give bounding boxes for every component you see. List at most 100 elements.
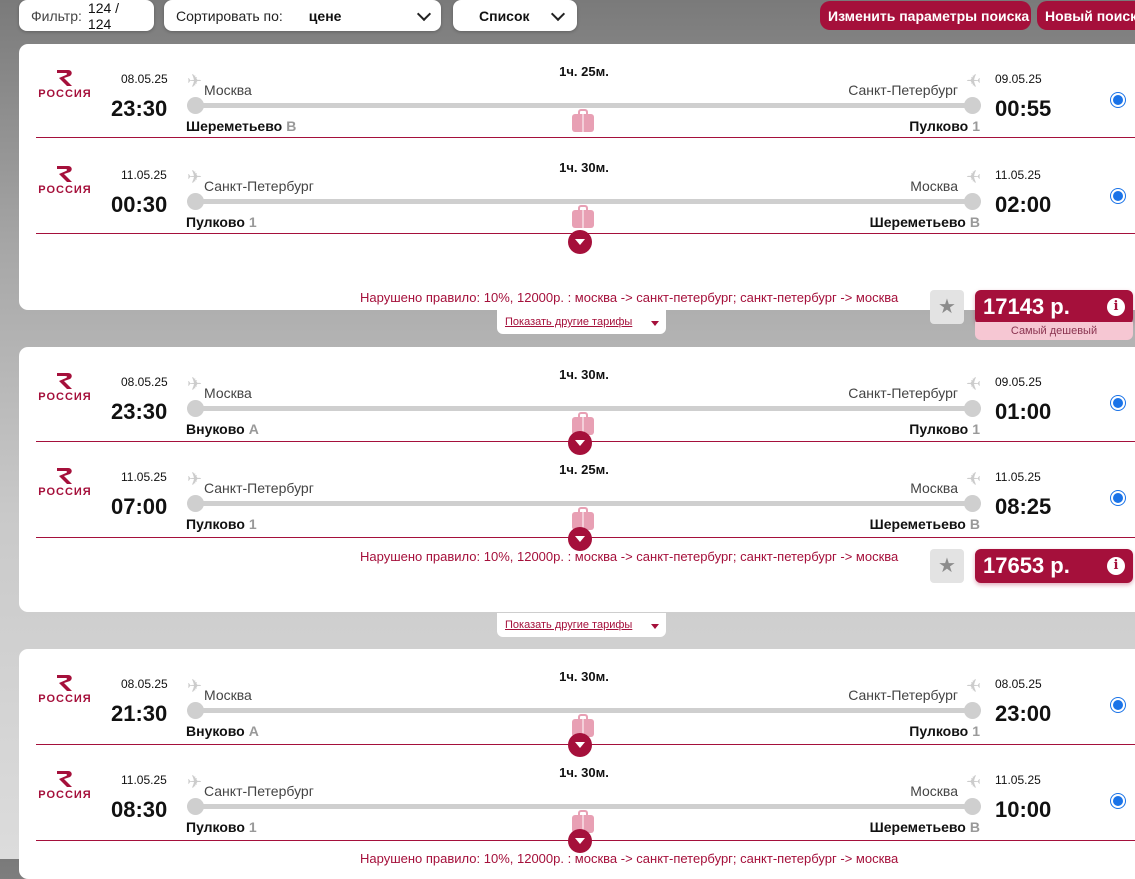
segment-radio[interactable] <box>1110 697 1126 713</box>
departure-terminal: A <box>248 723 259 739</box>
flight-duration: 1ч. 30м. <box>559 669 609 684</box>
flight-duration: 1ч. 25м. <box>559 462 609 477</box>
landing-icon: ✈ <box>965 71 981 91</box>
route-start-dot <box>187 400 204 417</box>
departure-city: Москва <box>204 687 252 703</box>
arrival-terminal: B <box>969 214 980 230</box>
airline-logo: РОССИЯ <box>35 164 95 196</box>
arrival-date: 09.05.25 <box>995 72 1042 86</box>
sort-value: цене <box>308 7 342 24</box>
offer-card: РОССИЯ 08.05.25 23:30 1ч. 25м. ✈ ✈ Москв… <box>19 44 1135 340</box>
price-button[interactable]: 17653 р. i <box>975 549 1133 583</box>
airline-name: РОССИЯ <box>38 789 92 801</box>
show-tariffs-link[interactable]: Показать другие тарифы <box>497 310 666 334</box>
arrival-airport: Пулково 1 <box>909 723 980 739</box>
segment-radio[interactable] <box>1110 92 1126 108</box>
offer-card: РОССИЯ 08.05.25 21:30 1ч. 30м. ✈ ✈ Москв… <box>19 649 1135 879</box>
route-line <box>187 199 981 204</box>
arrival-time: 08:25 <box>995 494 1052 519</box>
show-tariffs-link[interactable]: Показать другие тарифы <box>497 613 666 637</box>
info-icon[interactable]: i <box>1107 557 1125 575</box>
arrival-airport: Шереметьево B <box>870 819 980 835</box>
segment-radio[interactable] <box>1110 793 1126 809</box>
baggage-icon <box>572 205 594 228</box>
chevron-down-icon <box>550 6 566 21</box>
price-button[interactable]: 17143 р. i <box>975 290 1133 324</box>
segment-radio[interactable] <box>1110 490 1126 506</box>
flight-segment: РОССИЯ 11.05.25 00:30 1ч. 30м. ✈ ✈ Санкт… <box>19 148 1135 243</box>
flight-duration: 1ч. 30м. <box>559 160 609 175</box>
rule-warning: Нарушено правило: 10%, 12000р. : москва … <box>360 549 899 564</box>
departure-airport-name: Шереметьево <box>186 118 283 134</box>
airline-name: РОССИЯ <box>38 184 92 196</box>
landing-icon: ✈ <box>965 167 981 187</box>
departure-terminal: 1 <box>248 516 257 532</box>
route-end-dot <box>964 798 981 815</box>
flight-duration: 1ч. 30м. <box>559 367 609 382</box>
airline-name: РОССИЯ <box>38 391 92 403</box>
arrival-date: 08.05.25 <box>995 677 1042 691</box>
departure-terminal: B <box>286 118 297 134</box>
airline-logo: РОССИЯ <box>35 371 95 403</box>
landing-icon: ✈ <box>965 374 981 394</box>
departure-time: 08:30 <box>111 797 168 822</box>
offer-card: РОССИЯ 08.05.25 23:30 1ч. 30м. ✈ ✈ Москв… <box>19 347 1135 612</box>
expand-details-icon[interactable] <box>568 230 592 254</box>
flight-duration: 1ч. 30м. <box>559 765 609 780</box>
arrival-airport: Шереметьево B <box>870 516 980 532</box>
arrival-time: 01:00 <box>995 399 1052 424</box>
route-line <box>187 103 981 108</box>
arrival-terminal: 1 <box>972 118 980 134</box>
airline-name: РОССИЯ <box>38 486 92 498</box>
departure-date: 11.05.25 <box>121 470 167 484</box>
arrival-date: 11.05.25 <box>995 773 1041 787</box>
segment-radio[interactable] <box>1110 395 1126 411</box>
expand-details-icon[interactable] <box>568 733 592 757</box>
airline-logo: РОССИЯ <box>35 68 95 100</box>
arrival-terminal: B <box>969 819 980 835</box>
departure-airport-name: Пулково <box>186 819 245 835</box>
rule-warning: Нарушено правило: 10%, 12000р. : москва … <box>360 290 899 305</box>
route-start-dot <box>187 798 204 815</box>
arrival-city: Москва <box>910 480 958 496</box>
departure-airport: Пулково 1 <box>186 214 257 230</box>
filter-button[interactable]: Фильтр: 124 / 124 <box>19 0 154 32</box>
show-tariffs-label: Показать другие тарифы <box>505 619 633 631</box>
arrival-terminal: B <box>969 516 980 532</box>
expand-details-icon[interactable] <box>568 527 592 551</box>
departure-terminal: 1 <box>248 214 257 230</box>
airline-name: РОССИЯ <box>38 693 92 705</box>
sort-select[interactable]: Сортировать по: цене <box>164 0 441 31</box>
departure-terminal: A <box>248 421 259 437</box>
star-icon[interactable]: ★ <box>930 290 964 324</box>
expand-details-icon[interactable] <box>568 829 592 853</box>
baggage-icon <box>572 109 594 132</box>
segment-radio[interactable] <box>1110 188 1126 204</box>
departure-city: Москва <box>204 82 252 98</box>
departure-time: 07:00 <box>111 494 168 519</box>
arrival-airport-name: Пулково <box>909 421 969 437</box>
cheapest-badge: Самый дешевый <box>975 322 1133 340</box>
star-icon[interactable]: ★ <box>930 549 964 583</box>
departure-airport-name: Пулково <box>186 214 245 230</box>
arrival-airport: Шереметьево B <box>870 214 980 230</box>
expand-details-icon[interactable] <box>568 431 592 455</box>
route-line <box>187 804 981 809</box>
view-select[interactable]: Список <box>453 0 577 31</box>
departure-airport-name: Внуково <box>186 421 245 437</box>
airline-logo: РОССИЯ <box>35 673 95 705</box>
arrival-airport: Пулково 1 <box>909 118 980 134</box>
arrival-airport-name: Пулково <box>909 118 969 134</box>
airline-logo: РОССИЯ <box>35 466 95 498</box>
sort-label: Сортировать по: <box>176 7 283 24</box>
info-icon[interactable]: i <box>1107 298 1125 316</box>
caret-down-icon <box>651 624 659 629</box>
departure-time: 21:30 <box>111 701 168 726</box>
new-search-button[interactable]: Новый поиск <box>1037 1 1135 30</box>
departure-city: Санкт-Петербург <box>204 480 314 496</box>
departure-airport: Шереметьево B <box>186 118 296 134</box>
change-search-button[interactable]: Изменить параметры поиска <box>820 1 1031 30</box>
departure-airport: Внуково A <box>186 723 259 739</box>
arrival-time: 23:00 <box>995 701 1052 726</box>
departure-city: Москва <box>204 385 252 401</box>
